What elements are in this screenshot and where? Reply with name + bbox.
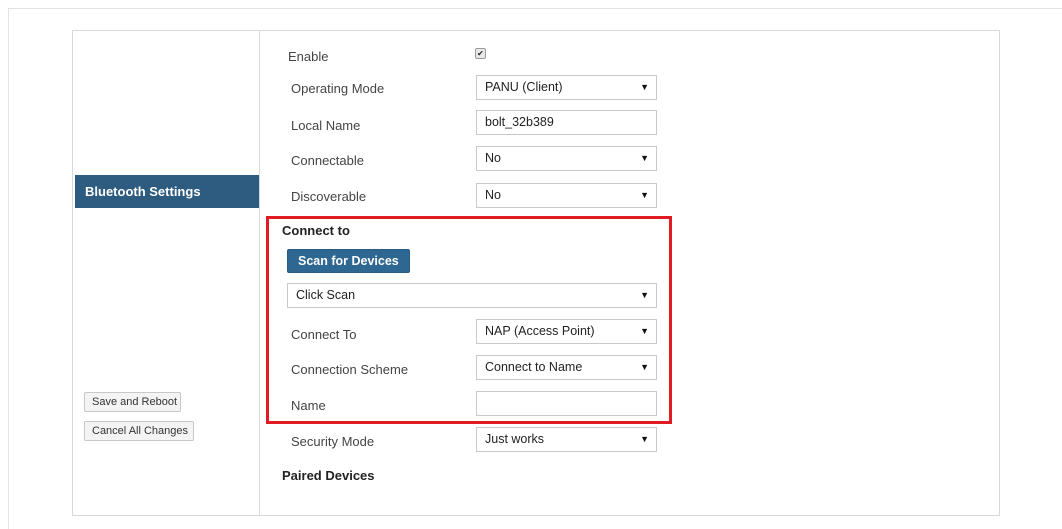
discoverable-label: Discoverable xyxy=(291,189,367,204)
discoverable-select[interactable]: No ▼ xyxy=(476,183,657,208)
cancel-all-changes-button[interactable]: Cancel All Changes xyxy=(84,421,194,441)
enable-checkbox[interactable]: ✔ xyxy=(475,48,486,59)
connectable-select[interactable]: No ▼ xyxy=(476,146,657,171)
operating-mode-label: Operating Mode xyxy=(291,81,385,96)
discoverable-value: No xyxy=(485,188,501,202)
check-icon: ✔ xyxy=(477,49,484,58)
chevron-down-icon: ▼ xyxy=(640,82,649,92)
operating-mode-value: PANU (Client) xyxy=(485,80,563,94)
chevron-down-icon: ▼ xyxy=(640,153,649,163)
local-name-label: Local Name xyxy=(291,118,361,133)
connectable-label: Connectable xyxy=(291,153,364,168)
save-and-reboot-button[interactable]: Save and Reboot xyxy=(84,392,181,412)
outer-frame-left xyxy=(8,8,9,529)
security-mode-value: Just works xyxy=(485,432,545,446)
operating-mode-select[interactable]: PANU (Client) ▼ xyxy=(476,75,657,100)
sidebar: Bluetooth Settings Save and Reboot Cance… xyxy=(73,31,260,515)
chevron-down-icon: ▼ xyxy=(640,434,649,444)
local-name-input[interactable]: bolt_32b389 xyxy=(476,110,657,135)
sidebar-item-bluetooth-settings[interactable]: Bluetooth Settings xyxy=(75,175,259,208)
paired-devices-heading: Paired Devices xyxy=(282,468,375,483)
connect-to-highlight-box xyxy=(266,216,672,424)
chevron-down-icon: ▼ xyxy=(640,190,649,200)
settings-panel: Bluetooth Settings Save and Reboot Cance… xyxy=(72,30,1000,516)
outer-frame-top xyxy=(9,8,1062,9)
security-mode-select[interactable]: Just works ▼ xyxy=(476,427,657,452)
connectable-value: No xyxy=(485,151,501,165)
local-name-value: bolt_32b389 xyxy=(485,115,554,129)
enable-label: Enable xyxy=(288,49,329,64)
security-mode-label: Security Mode xyxy=(291,434,375,449)
